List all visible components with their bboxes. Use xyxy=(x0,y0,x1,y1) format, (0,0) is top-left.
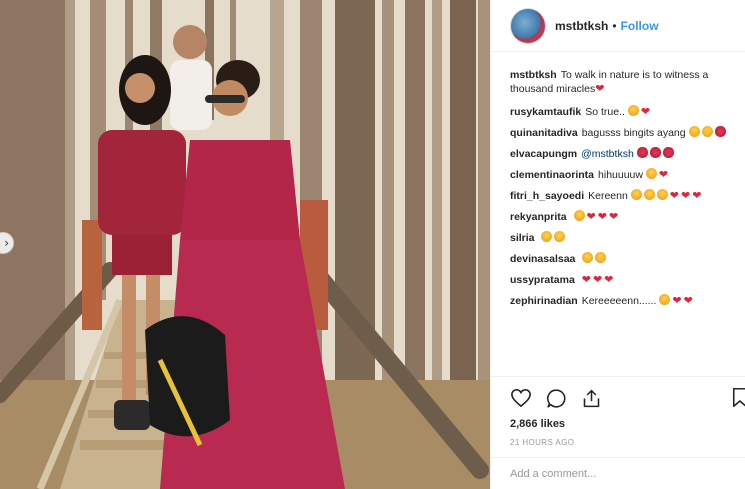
heart-eyes-emoji-icon xyxy=(645,168,657,179)
heart-emoji-icon: ❤ xyxy=(669,189,679,202)
heart-emoji-icon: ❤ xyxy=(604,273,614,286)
comment-username[interactable]: rusykamtaufik xyxy=(510,106,581,118)
comment-username[interactable]: zephirinadian xyxy=(510,295,578,307)
comment-username[interactable]: elvacapungm xyxy=(510,148,577,160)
heart-emoji-icon: ❤ xyxy=(640,105,651,118)
heart-outline-icon[interactable] xyxy=(510,388,532,408)
speech-bubble-icon[interactable] xyxy=(546,388,567,409)
avatar[interactable] xyxy=(510,7,546,44)
comment-mention[interactable]: @mstbtksh xyxy=(581,148,634,160)
heart-eyes-emoji-icon xyxy=(643,189,655,200)
heart-eyes-emoji-icon xyxy=(630,189,642,200)
post-actions: 2,866 likes 21 HOURS AGO xyxy=(491,376,745,447)
list-item: ussypratama ❤ ❤ ❤ xyxy=(510,273,737,287)
heart-emoji-icon: ❤ xyxy=(692,189,702,202)
comment-text: hihuuuuw xyxy=(598,169,643,181)
action-icons xyxy=(510,387,745,409)
comment-input[interactable]: Add a comment... xyxy=(491,457,745,489)
comment-username[interactable]: silria xyxy=(510,232,535,244)
separator-dot: • xyxy=(612,18,617,33)
heart-eyes-emoji-icon xyxy=(659,294,671,305)
comment-username[interactable]: devinasalsaa xyxy=(510,253,575,265)
list-item: silria xyxy=(510,231,737,245)
forest-scene-illustration xyxy=(0,0,490,489)
list-item: devinasalsaa xyxy=(510,252,737,266)
comment-username[interactable]: quinanitadiva xyxy=(510,127,578,139)
share-icon[interactable] xyxy=(581,388,602,409)
comments-list: mstbtksh To walk in nature is to witness … xyxy=(491,52,745,308)
heart-eyes-emoji-icon xyxy=(688,126,700,137)
heart-emoji-icon: ❤ xyxy=(592,273,603,286)
lips-emoji-icon xyxy=(714,126,726,137)
follow-button[interactable]: Follow xyxy=(621,19,659,33)
comment-text: Kereeeeenn...... xyxy=(581,295,657,307)
likes-count[interactable]: 2,866 likes xyxy=(510,418,745,430)
heart-eyes-emoji-icon xyxy=(582,252,594,263)
list-item: elvacapungm @mstbtksh xyxy=(510,147,737,161)
heart-emoji-icon: ❤ xyxy=(683,294,693,307)
comment-username[interactable]: rekyanprita xyxy=(510,211,567,223)
heart-eyes-emoji-icon xyxy=(656,189,668,200)
comment-username[interactable]: ussypratama xyxy=(510,274,575,286)
comment-text: Kereenn xyxy=(588,190,628,202)
comment-username[interactable]: clementinaorinta xyxy=(510,169,594,181)
kiss-emoji-icon xyxy=(649,147,661,158)
heart-emoji-icon: ❤ xyxy=(672,294,682,307)
heart-eyes-emoji-icon xyxy=(541,231,553,242)
list-item: clementinaorinta hihuuuuw ❤ xyxy=(510,168,737,182)
post-photo[interactable]: › xyxy=(0,0,490,489)
post-side-panel: mstbtksh • Follow mstbtksh To walk in nat… xyxy=(490,0,745,489)
broken-heart-emoji-icon: ❤ xyxy=(595,82,605,95)
kiss-emoji-icon xyxy=(636,147,648,158)
heart-eyes-emoji-icon xyxy=(573,210,585,221)
heart-eyes-emoji-icon xyxy=(554,231,566,242)
heart-emoji-icon: ❤ xyxy=(680,189,691,202)
heart-emoji-icon: ❤ xyxy=(581,273,591,286)
list-item: quinanitadiva bagusss bingits ayang xyxy=(510,126,737,140)
heart-emoji-icon: ❤ xyxy=(608,210,619,223)
comment-text: So true.. xyxy=(585,106,625,118)
heart-emoji-icon: ❤ xyxy=(586,210,596,223)
post-username[interactable]: mstbtksh xyxy=(555,19,608,33)
list-item: fitri_h_sayoedi Kereenn ❤ ❤ ❤ xyxy=(510,189,737,203)
heart-emoji-icon: ❤ xyxy=(658,168,669,181)
list-item: rekyanprita ❤ ❤ ❤ xyxy=(510,210,737,224)
list-item: rusykamtaufik So true.. ❤ xyxy=(510,105,737,119)
smile-emoji-icon xyxy=(627,105,639,116)
heart-eyes-emoji-icon xyxy=(595,252,607,263)
comment-username[interactable]: fitri_h_sayoedi xyxy=(510,190,584,202)
heart-eyes-emoji-icon xyxy=(701,126,713,137)
post-timestamp[interactable]: 21 HOURS AGO xyxy=(510,438,745,447)
post-header: mstbtksh • Follow xyxy=(491,0,745,52)
bookmark-icon[interactable] xyxy=(732,387,745,408)
comment-text: bagusss bingits ayang xyxy=(581,127,686,139)
list-item: zephirinadian Kereeeeenn...... ❤ ❤ xyxy=(510,294,737,308)
kiss-emoji-icon xyxy=(662,147,674,158)
heart-emoji-icon: ❤ xyxy=(597,210,607,223)
caption-username[interactable]: mstbtksh xyxy=(510,69,557,81)
caption: mstbtksh To walk in nature is to witness … xyxy=(510,68,737,96)
